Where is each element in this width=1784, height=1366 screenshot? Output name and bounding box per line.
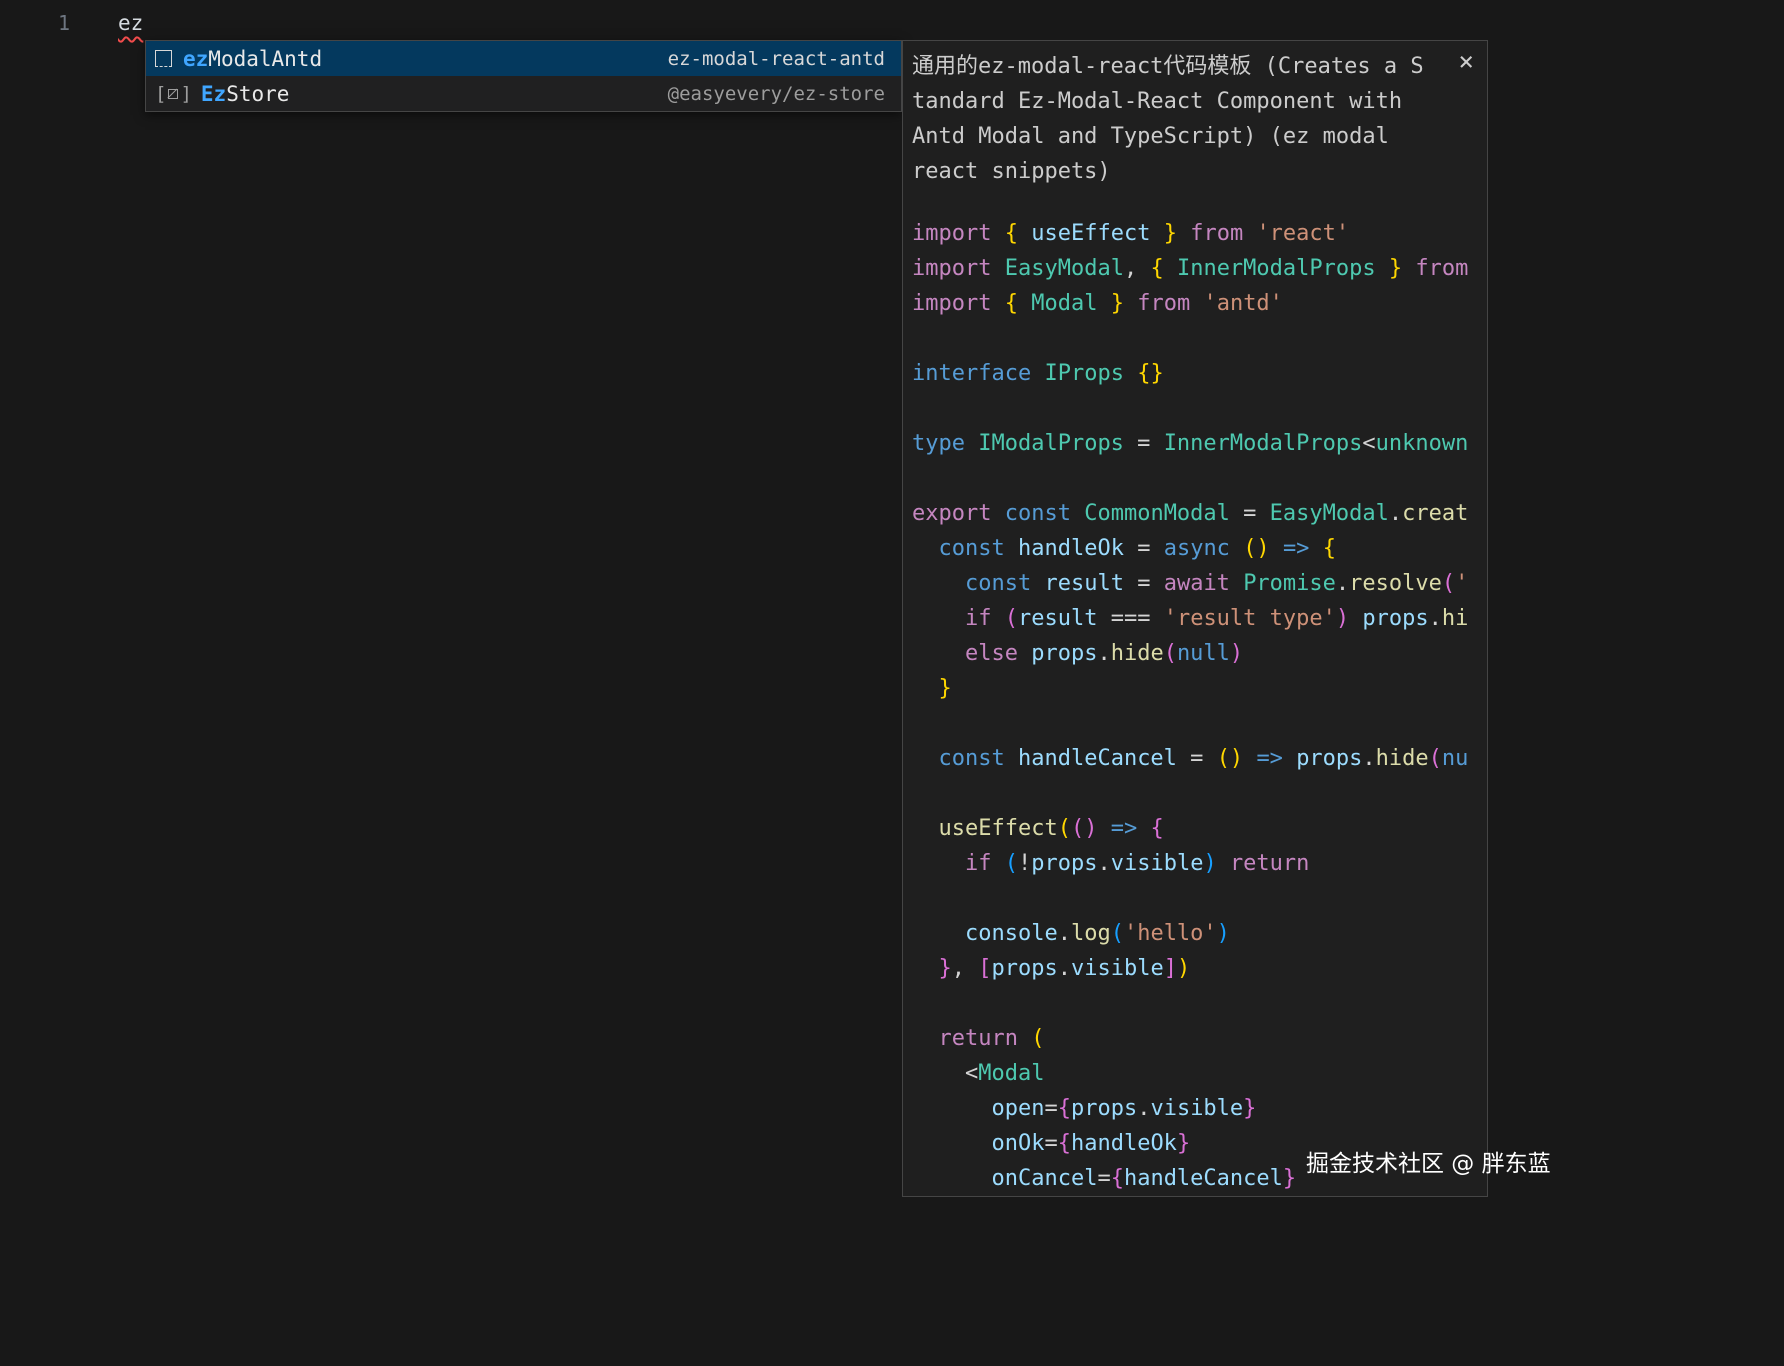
- code-line: [912, 881, 1487, 916]
- watermark: 掘金技术社区 @ 胖东蓝: [1306, 1144, 1551, 1178]
- close-icon[interactable]: ×: [1458, 49, 1474, 75]
- code-line: import { useEffect } from 'react': [912, 216, 1487, 251]
- code-line: return (: [912, 1021, 1487, 1056]
- code-line: [912, 776, 1487, 811]
- code-line: useEffect(() => {: [912, 811, 1487, 846]
- doc-title: 通用的ez-modal-react代码模板 (Creates a S tanda…: [903, 41, 1487, 189]
- code-line: import EasyModal, { InnerModalProps } fr…: [912, 251, 1487, 286]
- suggest-item-detail: ez-modal-react-antd: [668, 48, 885, 70]
- code-line: [912, 391, 1487, 426]
- code-line: const result = await Promise.resolve(': [912, 566, 1487, 601]
- code-line: [912, 461, 1487, 496]
- store-snippet-icon: [155, 83, 192, 105]
- doc-code: import { useEffect } from 'react'import …: [903, 189, 1487, 1196]
- suggest-item-label: EzStore: [201, 82, 290, 106]
- doc-title-line: tandard Ez-Modal-React Component with: [912, 84, 1441, 119]
- code-line: import { Modal } from 'antd': [912, 286, 1487, 321]
- suggest-item-label: ezModalAntd: [183, 47, 322, 71]
- line-number: 1: [0, 6, 70, 40]
- code-line: [912, 321, 1487, 356]
- doc-panel: × 通用的ez-modal-react代码模板 (Creates a S tan…: [902, 40, 1488, 1197]
- code-line: interface IProps {}: [912, 356, 1487, 391]
- code-line: }, [props.visible]): [912, 951, 1487, 986]
- code-line: const handleCancel = () => props.hide(nu: [912, 741, 1487, 776]
- suggest-label-match: Ez: [201, 82, 226, 106]
- code-line: open={props.visible}: [912, 1091, 1487, 1126]
- doc-title-line: 通用的ez-modal-react代码模板 (Creates a S: [912, 49, 1441, 84]
- suggest-label-match: ez: [183, 47, 208, 71]
- code-line: console.log('hello'): [912, 916, 1487, 951]
- code-line: if (result === 'result type') props.hi: [912, 601, 1487, 636]
- code-line: export const CommonModal = EasyModal.cre…: [912, 496, 1487, 531]
- code-line: [912, 706, 1487, 741]
- suggest-label-rest: ModalAntd: [208, 47, 322, 71]
- editor-line: 1 ez: [0, 6, 1784, 40]
- suggest-item-ezstore[interactable]: EzStore @easyevery/ez-store: [146, 76, 901, 111]
- doc-title-line: Antd Modal and TypeScript) (ez modal: [912, 119, 1441, 154]
- code-line: <Modal: [912, 1056, 1487, 1091]
- suggest-item-detail: @easyevery/ez-store: [668, 83, 885, 105]
- suggest-label-rest: Store: [226, 82, 289, 106]
- code-line: if (!props.visible) return: [912, 846, 1487, 881]
- code-line: else props.hide(null): [912, 636, 1487, 671]
- code-line: }: [912, 671, 1487, 706]
- code-line: type IModalProps = InnerModalProps<unkno…: [912, 426, 1487, 461]
- doc-title-line: react snippets): [912, 154, 1441, 189]
- code-line: const handleOk = async () => {: [912, 531, 1487, 566]
- suggest-item-ezmodalantd[interactable]: ezModalAntd ez-modal-react-antd: [146, 41, 901, 76]
- typed-text[interactable]: ez: [118, 6, 143, 40]
- code-line: [912, 986, 1487, 1021]
- snippet-icon: [155, 50, 172, 67]
- suggest-widget: ezModalAntd ez-modal-react-antd EzStore …: [145, 40, 902, 112]
